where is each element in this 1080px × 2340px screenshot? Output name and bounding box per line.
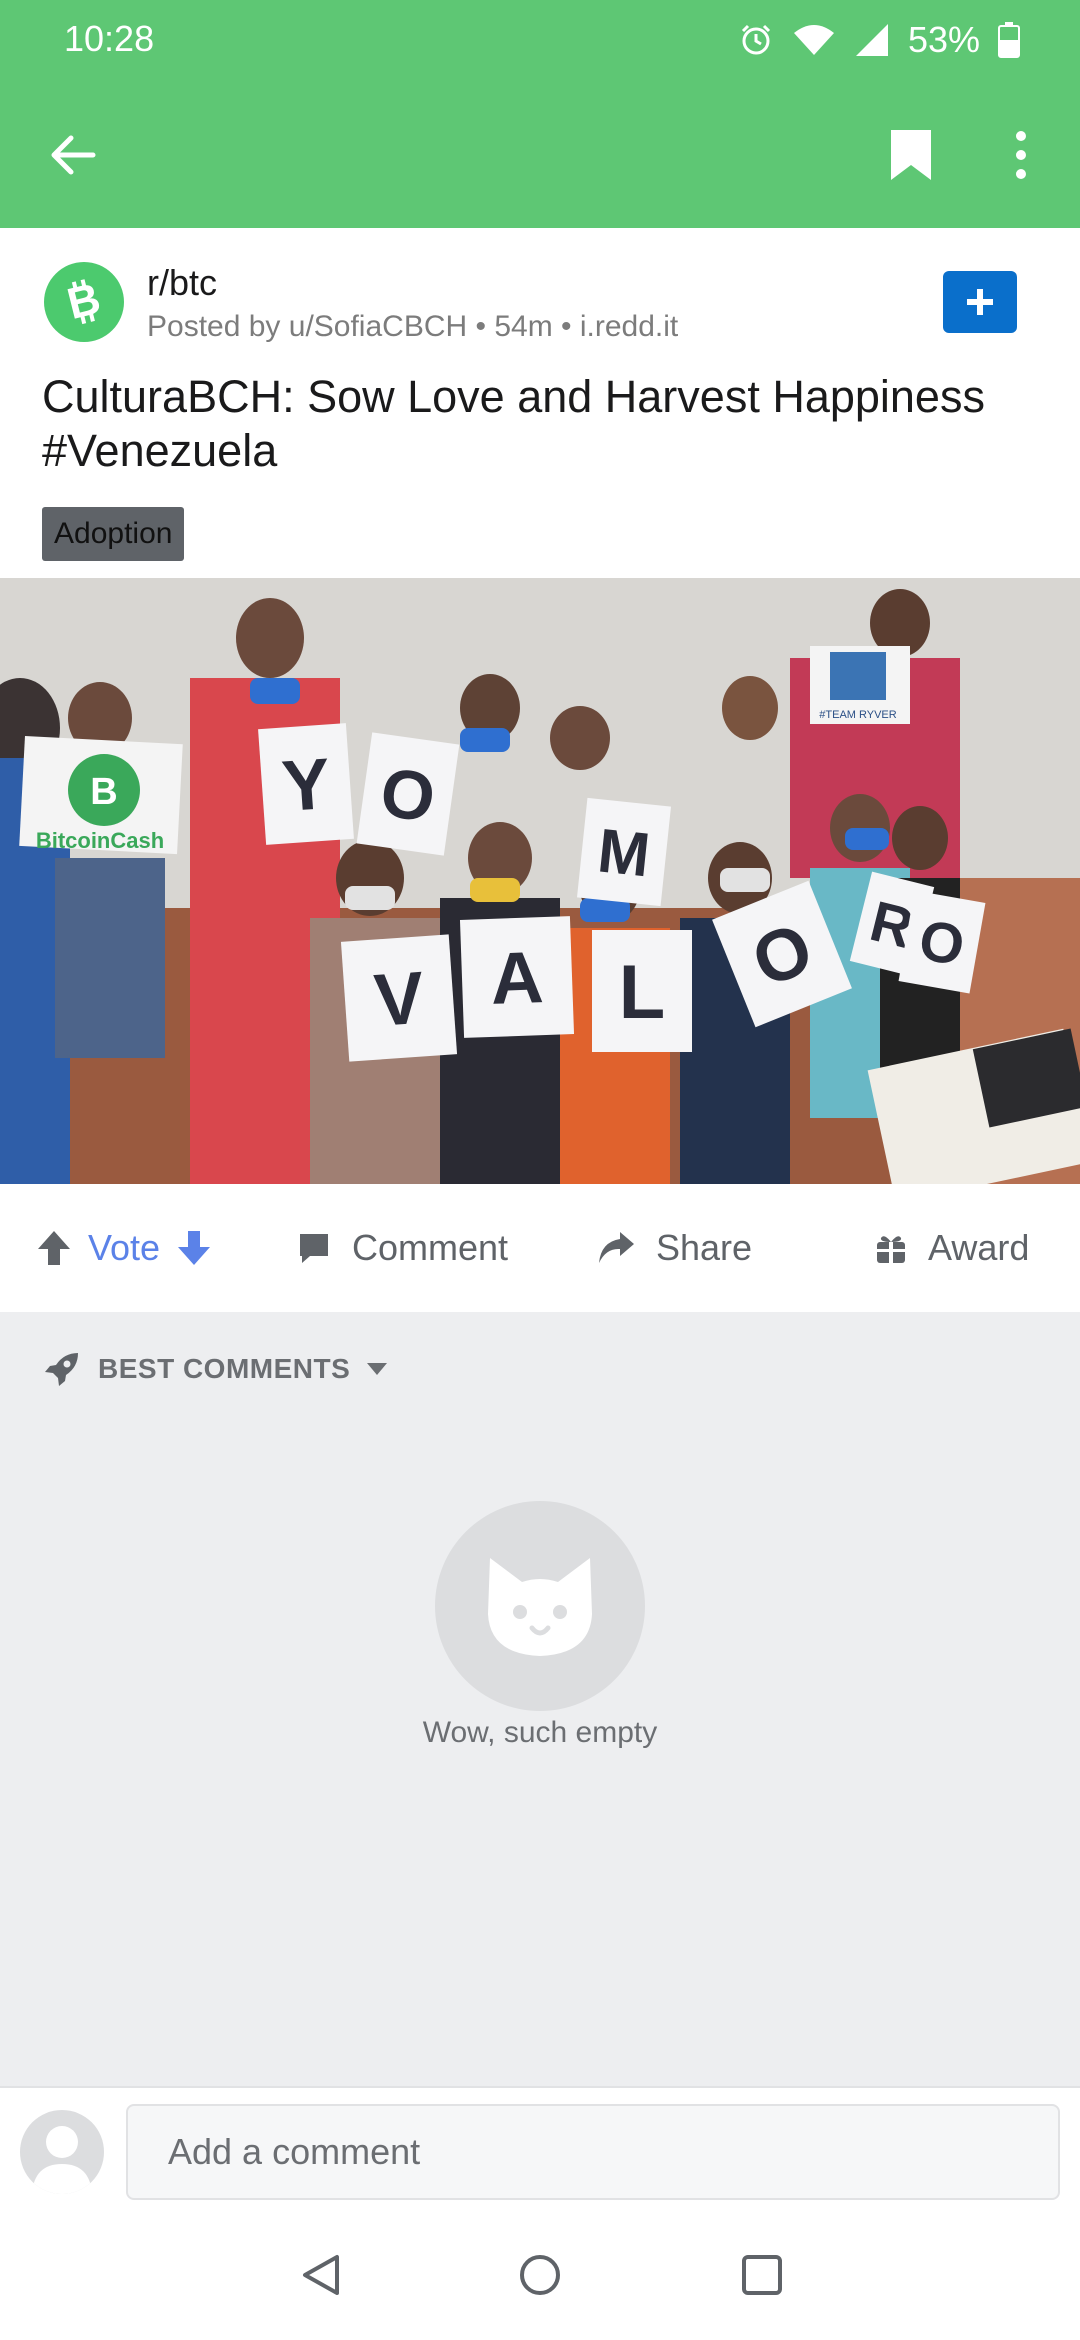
bookmark-button[interactable]	[876, 120, 946, 190]
post-meta: Posted by u/SofiaCBCH • 54m • i.redd.it	[147, 310, 679, 343]
letter-sign: Y	[258, 723, 354, 845]
back-button[interactable]	[38, 120, 108, 190]
subreddit-avatar[interactable]: B	[44, 262, 124, 342]
letter-sign: A	[459, 916, 575, 1038]
comment-sort-label: BEST COMMENTS	[98, 1353, 351, 1384]
share-button[interactable]: Share	[596, 1184, 752, 1312]
default-user-icon	[32, 2126, 92, 2194]
rocket-icon	[45, 1353, 78, 1386]
post-image[interactable]: B BitcoinCash #TEAM RYVER YOMVALORO	[0, 578, 1080, 1184]
letter-sign-text: L	[619, 950, 665, 1035]
empty-state-text: Wow, such empty	[422, 1716, 658, 1749]
app-bar	[0, 80, 1080, 228]
team-banner-text: #TEAM RYVER	[819, 709, 896, 721]
user-avatar[interactable]	[20, 2110, 104, 2194]
downvote-icon[interactable]	[176, 1229, 212, 1267]
bitcoincash-sign: B BitcoinCash	[19, 735, 183, 855]
letter-sign-text: Y	[279, 744, 332, 827]
subreddit-name[interactable]: r/btc	[147, 262, 217, 304]
award-label: Award	[928, 1227, 1030, 1268]
comment-icon	[300, 1234, 328, 1263]
comment-sort-dropdown[interactable]: BEST COMMENTS	[42, 1344, 388, 1394]
comment-input-bar: Add a comment	[0, 2086, 1080, 2210]
post-photo: B BitcoinCash #TEAM RYVER Y OMV A L O RO	[0, 578, 1080, 1184]
post-flair: Adoption	[42, 507, 185, 561]
award-button[interactable]: Award	[874, 1184, 1029, 1312]
wifi-icon	[793, 25, 834, 55]
flair-label: Adoption	[54, 517, 173, 550]
letter-sign-text: M	[595, 816, 654, 890]
nav-back-button[interactable]	[286, 2240, 356, 2310]
chevron-down-icon	[367, 1363, 388, 1375]
bookmark-icon	[891, 130, 931, 180]
alarm-icon	[741, 24, 770, 55]
battery-percent: 53%	[907, 19, 980, 60]
square-recents-icon	[742, 2255, 782, 2295]
letter-sign-text: V	[372, 956, 427, 1042]
join-button[interactable]	[943, 271, 1017, 333]
nav-home-button[interactable]	[505, 2240, 575, 2310]
snoo-cat-icon	[488, 1558, 592, 1656]
bitcoincash-sign-text: BitcoinCash	[36, 828, 164, 853]
gift-icon	[877, 1236, 905, 1263]
post-title: CulturaBCH: Sow Love and Harvest Happine…	[42, 371, 985, 476]
circle-home-icon	[520, 2255, 560, 2295]
plus-icon	[967, 289, 993, 315]
svg-text:B: B	[90, 771, 117, 813]
more-options-button[interactable]	[986, 120, 1056, 190]
letter-sign: V	[340, 934, 458, 1062]
post-header: B r/btc Posted by u/SofiaCBCH • 54m • i.…	[0, 228, 1080, 578]
battery-icon	[998, 22, 1020, 58]
triangle-back-icon	[303, 2255, 339, 2295]
more-vertical-icon	[1016, 131, 1026, 179]
upvote-icon[interactable]	[36, 1229, 72, 1267]
team-banner-sign: #TEAM RYVER	[810, 646, 910, 724]
letter-sign: L	[592, 930, 692, 1052]
arrow-left-icon	[51, 135, 96, 175]
empty-state-avatar	[435, 1501, 645, 1711]
status-icons: 53%	[738, 14, 1020, 66]
bitcoin-icon: B	[63, 274, 106, 329]
letter-sign-text: O	[376, 753, 440, 837]
letter-sign-text: A	[489, 937, 545, 1020]
status-time: 10:28	[64, 18, 155, 59]
letter-sign: O	[356, 732, 460, 856]
comment-label: Comment	[352, 1227, 509, 1268]
comment-button[interactable]: Comment	[296, 1184, 508, 1312]
nav-recents-button[interactable]	[727, 2240, 797, 2310]
vote-group: Vote	[36, 1184, 212, 1312]
share-icon	[599, 1232, 634, 1263]
comments-area: BEST COMMENTS Wow, such empty	[0, 1312, 1080, 2086]
status-bar: 10:28 53%	[0, 0, 1080, 80]
share-label: Share	[656, 1227, 753, 1268]
letter-sign: M	[577, 797, 671, 907]
cell-signal-icon	[855, 24, 888, 56]
comment-input[interactable]: Add a comment	[126, 2104, 1060, 2200]
system-nav-bar	[0, 2210, 1080, 2340]
vote-label: Vote	[88, 1227, 161, 1268]
post-action-bar: Vote Comment Share Award	[0, 1184, 1080, 1312]
